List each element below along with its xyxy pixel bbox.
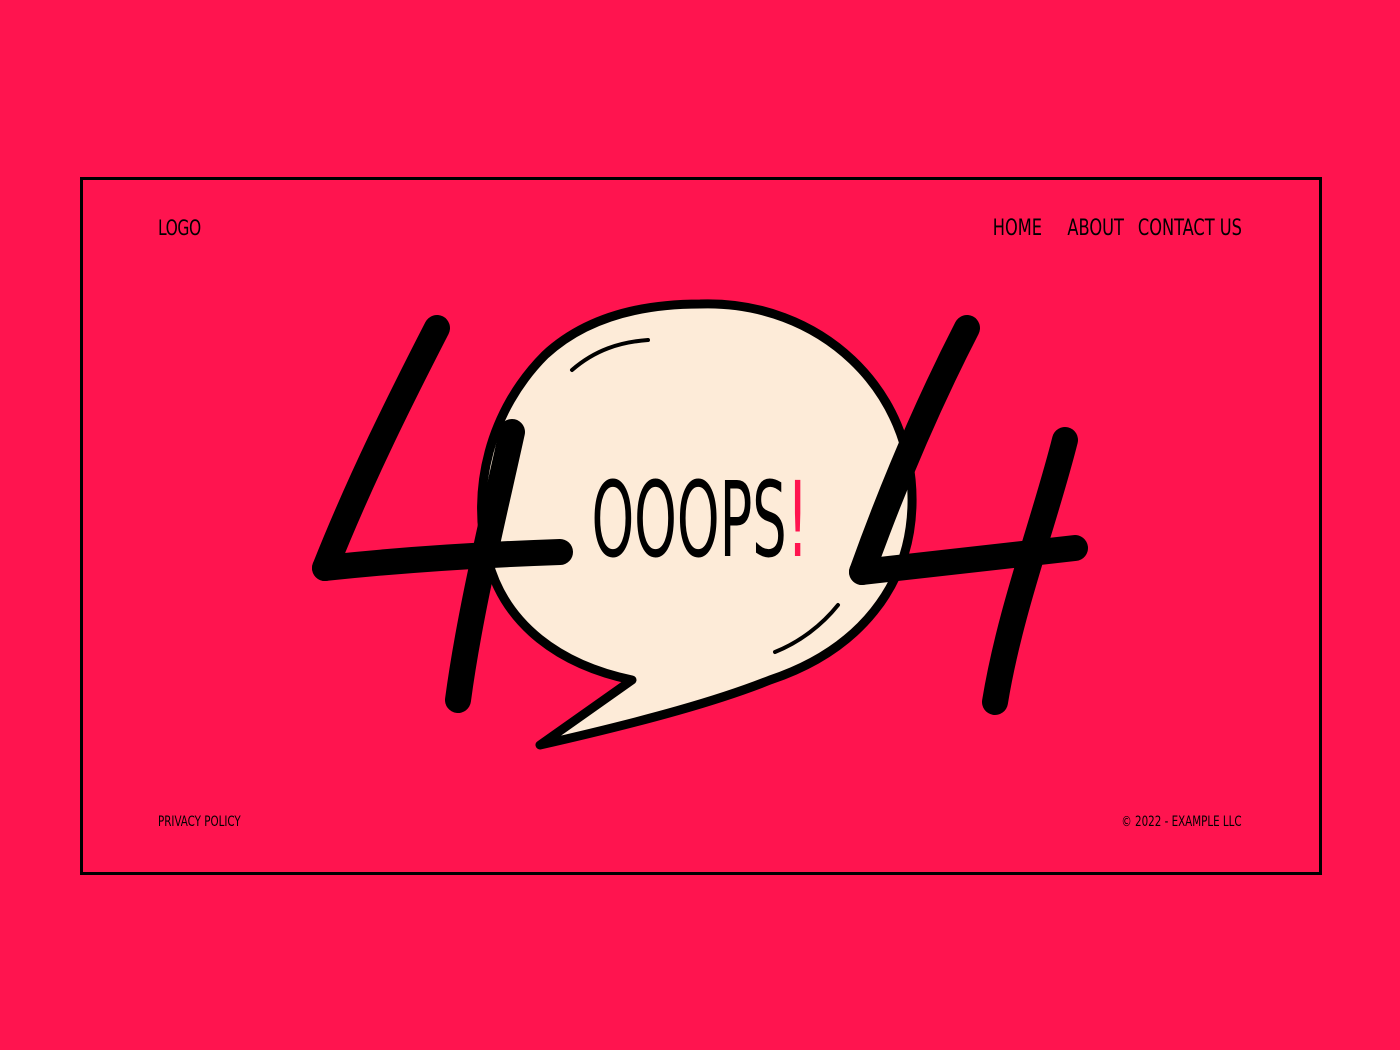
error-404-page: LOGO HOME ABOUT CONTACT US OOOPS! PRIVAC… xyxy=(0,0,1400,1050)
nav-home-link[interactable]: HOME xyxy=(993,216,1042,241)
copyright-text: © 2022 - EXAMPLE LLC xyxy=(1121,814,1242,830)
nav-about-link[interactable]: ABOUT xyxy=(1068,216,1124,241)
logo-link[interactable]: LOGO xyxy=(158,216,201,240)
nav-contact-link[interactable]: CONTACT US xyxy=(1138,216,1242,241)
content-frame xyxy=(80,177,1322,875)
privacy-policy-link[interactable]: PRIVACY POLICY xyxy=(158,814,241,830)
